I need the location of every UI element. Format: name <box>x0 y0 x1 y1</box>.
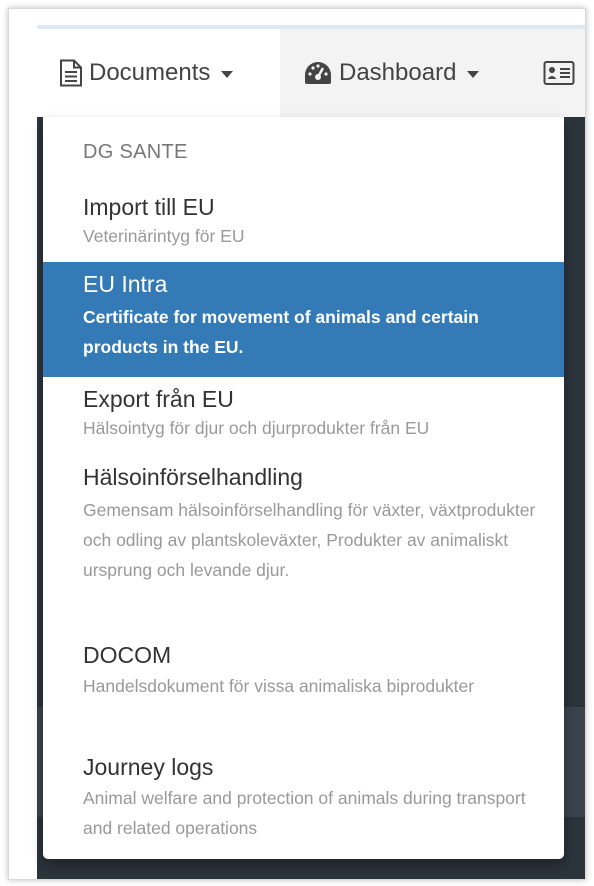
nav-dashboard-dropdown-toggle[interactable]: Dashboard <box>280 29 510 117</box>
menu-item-description: Hälsointyg för djur och djurprodukter fr… <box>83 418 430 438</box>
menu-item-title: EU Intra <box>83 271 168 297</box>
documents-dropdown-menu: DG SANTE Import till EU Veterinärintyg f… <box>43 117 564 859</box>
menu-item-import-till-eu[interactable]: Import till EU Veterinärintyg för EU <box>43 187 564 261</box>
menu-item-description: Animal welfare and protection of animals… <box>83 788 526 838</box>
nav-third-item[interactable] <box>510 29 585 117</box>
screenshot-frame: Documents Dashboard DG SANTE Import till… <box>8 8 586 880</box>
menu-item-title: Import till EU <box>83 194 215 220</box>
menu-item-description: Veterinärintyg för EU <box>83 226 245 246</box>
menu-item-description: Gemensam hälsoinförselhandling för växte… <box>83 500 536 580</box>
caret-down-icon <box>467 71 480 78</box>
menu-item-journey-logs[interactable]: Journey logs Animal welfare and protecti… <box>43 745 564 849</box>
menu-item-export-fran-eu[interactable]: Export från EU Hälsointyg för djur och d… <box>43 379 564 451</box>
menu-item-halsoinforselhandling[interactable]: Hälsoinförselhandling Gemensam hälsoinfö… <box>43 455 564 627</box>
menu-item-title: Export från EU <box>83 386 234 412</box>
nav-dashboard-label: Dashboard <box>339 59 457 86</box>
menu-item-description: Certificate for movement of animals and … <box>83 307 479 357</box>
nav-documents-dropdown-toggle[interactable]: Documents <box>37 29 280 117</box>
document-icon <box>59 59 83 87</box>
menu-item-title: Hälsoinförselhandling <box>83 464 303 490</box>
menu-item-description: Handelsdokument för vissa animaliska bip… <box>83 676 475 696</box>
menu-item-docom[interactable]: DOCOM Handelsdokument för vissa animalis… <box>43 633 564 737</box>
menu-item-eu-intra[interactable]: EU Intra Certificate for movement of ani… <box>43 262 564 377</box>
menu-item-title: Journey logs <box>83 754 214 780</box>
dropdown-header: DG SANTE <box>83 141 188 163</box>
dashboard-gauge-icon <box>303 60 333 86</box>
caret-down-icon <box>221 71 234 78</box>
top-navbar: Documents Dashboard <box>37 29 585 117</box>
id-card-icon <box>543 60 575 86</box>
menu-item-title: DOCOM <box>83 642 172 668</box>
nav-documents-label: Documents <box>89 59 211 86</box>
